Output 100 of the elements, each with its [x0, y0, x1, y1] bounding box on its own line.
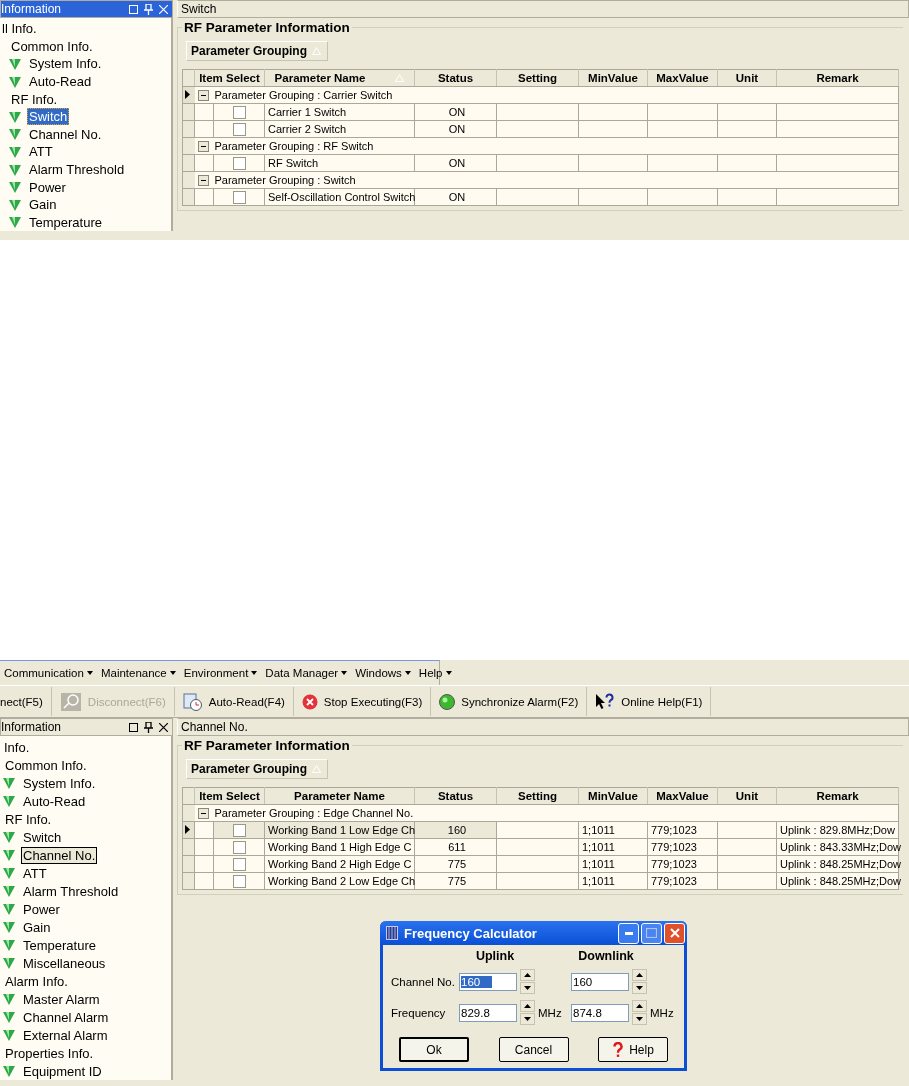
spin-up-button[interactable] [520, 969, 535, 981]
tree-item[interactable]: ATT [27, 143, 55, 161]
column-header[interactable]: Parameter Name [264, 69, 415, 87]
close-icon[interactable] [159, 722, 168, 732]
input-field[interactable]: 829.8 [459, 1003, 517, 1022]
checkbox[interactable] [232, 857, 246, 871]
tree-item[interactable]: Alarm Threshold [21, 882, 121, 900]
triangle-icon [3, 885, 15, 897]
menu-item[interactable]: Help [414, 667, 456, 679]
checkbox[interactable] [232, 840, 246, 854]
tree-item[interactable]: Properties Info. [3, 1044, 96, 1062]
tree-item[interactable]: Common Info. [9, 37, 95, 55]
column-header[interactable]: Unit [717, 787, 777, 805]
column-header[interactable]: Unit [717, 69, 777, 87]
tree-item[interactable]: System Info. [27, 55, 104, 73]
collapse-icon[interactable] [197, 174, 209, 186]
menu-item[interactable]: Maintenance [96, 667, 180, 679]
column-header[interactable]: Setting [496, 69, 579, 87]
dialog-button[interactable]: Ok [399, 1037, 469, 1062]
column-header[interactable]: Status [414, 787, 497, 805]
column-header[interactable]: Remark [776, 787, 899, 805]
window-icon[interactable] [129, 722, 138, 732]
spin-down-button[interactable] [632, 1013, 647, 1025]
column-header[interactable]: Parameter Name [264, 787, 415, 805]
menu-item[interactable]: Environment [179, 667, 262, 679]
close-button[interactable] [664, 922, 685, 944]
tree-item[interactable]: Equipment ID [21, 1062, 104, 1080]
tree-item[interactable]: Temperature [27, 213, 104, 231]
column-header[interactable]: Item Select [194, 787, 265, 805]
spin-up-button[interactable] [520, 1000, 535, 1012]
spin-up-button[interactable] [632, 1000, 647, 1012]
column-header[interactable]: Item Select [194, 69, 265, 87]
tree-item[interactable]: Power [27, 178, 68, 196]
checkbox[interactable] [232, 105, 246, 119]
dialog-button[interactable]: Help [598, 1037, 668, 1062]
minimize-button[interactable] [618, 922, 639, 944]
tree-item[interactable]: Switch [21, 828, 64, 846]
collapse-icon[interactable] [197, 89, 209, 101]
toolbar-button[interactable]: Online Help(F1) [587, 687, 712, 716]
tree-item[interactable]: Alarm Threshold [27, 161, 127, 179]
toolbar-button[interactable]: Synchronize Alarm(F2) [431, 687, 588, 716]
checkbox[interactable] [232, 823, 246, 837]
spin-down-button[interactable] [632, 982, 647, 994]
checkbox[interactable] [232, 156, 246, 170]
tree-item[interactable]: Auto-Read [21, 792, 88, 810]
tree-item[interactable]: Gain [21, 918, 53, 936]
table-cell: ON [448, 191, 466, 203]
tree-item[interactable]: Alarm Info. [3, 972, 70, 990]
tree-item[interactable]: Miscellaneous [21, 954, 108, 972]
spin-down-button[interactable] [520, 982, 535, 994]
collapse-icon[interactable] [197, 140, 209, 152]
toolbar-button[interactable]: nect(F5) [0, 687, 52, 716]
tree-item[interactable]: Channel No. [21, 846, 98, 864]
checkbox[interactable] [232, 190, 246, 204]
tree-item[interactable]: Common Info. [3, 756, 89, 774]
grouping-button[interactable]: Parameter Grouping [186, 41, 329, 61]
pin-icon[interactable] [144, 721, 153, 733]
tree-item[interactable]: Master Alarm [21, 990, 102, 1008]
grouping-button[interactable]: Parameter Grouping [186, 759, 329, 779]
column-header[interactable]: Status [414, 69, 497, 87]
tree-item[interactable]: Gain [27, 196, 59, 214]
dialog-button[interactable]: Cancel [498, 1037, 569, 1062]
table-cell: Carrier 2 Switch [268, 123, 347, 135]
tree-item[interactable]: Info. [2, 738, 32, 756]
tree-item[interactable]: Power [21, 900, 62, 918]
spin-down-button[interactable] [520, 1013, 535, 1025]
column-header[interactable]: MinValue [578, 787, 648, 805]
toolbar-button[interactable]: Stop Executing(F3) [293, 687, 432, 716]
tree-item[interactable]: Channel Alarm [21, 1008, 111, 1026]
input-field[interactable]: 160 [459, 972, 517, 991]
tree-item[interactable]: ll Info. [0, 20, 39, 38]
maximize-button[interactable] [641, 922, 662, 944]
spin-up-button[interactable] [632, 969, 647, 981]
minimize-icon [624, 931, 633, 935]
tree-item[interactable]: External Alarm [21, 1026, 110, 1044]
tree-item[interactable]: Switch [27, 108, 70, 126]
tree-item[interactable]: Auto-Read [27, 73, 94, 91]
toolbar-button[interactable]: Auto-Read(F4) [174, 687, 294, 716]
column-header[interactable]: MinValue [578, 69, 648, 87]
menu-item[interactable]: Communication [0, 667, 97, 679]
input-field[interactable]: 160 [571, 972, 629, 991]
collapse-icon[interactable] [197, 807, 209, 819]
tree-item[interactable]: ATT [21, 864, 49, 882]
menu-item[interactable]: Windows [351, 667, 415, 679]
tree-item[interactable]: Temperature [21, 936, 98, 954]
input-field[interactable]: 874.8 [571, 1003, 629, 1022]
table-cell: Uplink : 848.25MHz;Dow [780, 858, 902, 870]
column-header[interactable]: MaxValue [647, 69, 718, 87]
column-header[interactable]: MaxValue [647, 787, 718, 805]
table-cell: Uplink : 848.25MHz;Dow [780, 875, 902, 887]
tree-item[interactable]: RF Info. [3, 810, 54, 828]
checkbox[interactable] [232, 122, 246, 136]
menu-item[interactable]: Data Manager [261, 667, 352, 679]
column-header[interactable]: Remark [776, 69, 899, 87]
tree-item[interactable]: Channel No. [27, 125, 104, 143]
column-header[interactable]: Setting [496, 787, 579, 805]
checkbox[interactable] [232, 874, 246, 888]
breadcrumb-text: Channel No. [181, 720, 248, 734]
tree-item[interactable]: RF Info. [9, 90, 60, 108]
tree-item[interactable]: System Info. [21, 774, 98, 792]
